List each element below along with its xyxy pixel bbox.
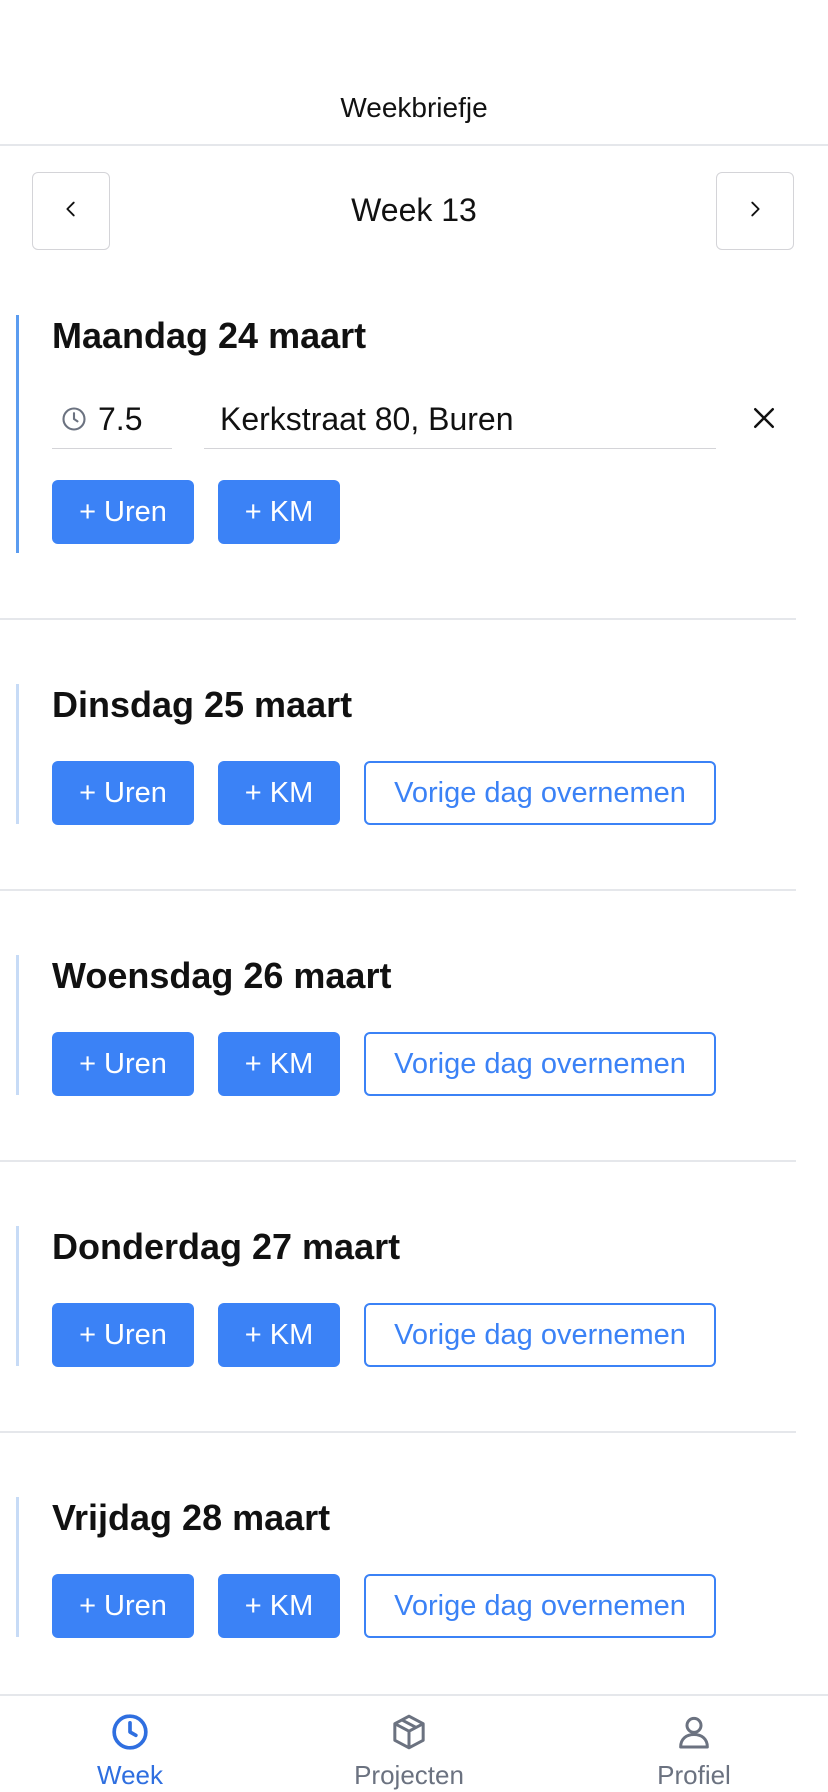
next-week-button[interactable] bbox=[716, 172, 794, 250]
hours-value: 7.5 bbox=[98, 400, 143, 437]
day-title: Dinsdag 25 maart bbox=[52, 684, 353, 725]
copy-previous-day-button[interactable]: Vorige dag overnemen bbox=[364, 1032, 716, 1096]
add-hours-button[interactable]: + Uren bbox=[52, 1032, 194, 1096]
day-actions: + Uren + KM Vorige dag overnemen bbox=[52, 1032, 796, 1096]
add-km-button[interactable]: + KM bbox=[218, 1574, 340, 1638]
week-navigator: Week 13 bbox=[0, 146, 828, 258]
day-accent-bar bbox=[16, 1226, 19, 1366]
add-hours-button[interactable]: + Uren bbox=[52, 480, 194, 544]
day-actions: + Uren + KM Vorige dag overnemen bbox=[52, 1303, 796, 1367]
tab-projecten[interactable]: Projecten bbox=[339, 1696, 479, 1792]
tab-label: Week bbox=[97, 1760, 163, 1790]
clock-icon bbox=[110, 1712, 150, 1752]
day-title: Donderdag 27 maart bbox=[52, 1226, 401, 1267]
day-accent-bar bbox=[16, 1497, 19, 1637]
app-header: Weekbriefje bbox=[0, 0, 828, 146]
day-list: Maandag 24 maart 7.5 Kerkstraat 80, Bure… bbox=[0, 258, 828, 1704]
day-section-maandag: Maandag 24 maart 7.5 Kerkstraat 80, Bure… bbox=[0, 258, 796, 620]
hours-input[interactable]: 7.5 bbox=[52, 390, 172, 449]
add-km-button[interactable]: + KM bbox=[218, 1032, 340, 1096]
hours-entry-row: 7.5 Kerkstraat 80, Buren bbox=[52, 390, 796, 450]
add-km-button[interactable]: + KM bbox=[218, 1303, 340, 1367]
day-actions: + Uren + KM Vorige dag overnemen bbox=[52, 761, 796, 825]
add-hours-button[interactable]: + Uren bbox=[52, 761, 194, 825]
day-accent-bar bbox=[16, 684, 19, 824]
add-hours-button[interactable]: + Uren bbox=[52, 1574, 194, 1638]
box-icon bbox=[389, 1712, 429, 1752]
copy-previous-day-button[interactable]: Vorige dag overnemen bbox=[364, 1303, 716, 1367]
week-label: Week 13 bbox=[351, 192, 477, 228]
location-value: Kerkstraat 80, Buren bbox=[220, 400, 514, 437]
day-actions: + Uren + KM Vorige dag overnemen bbox=[52, 1574, 796, 1638]
day-accent-bar bbox=[16, 315, 19, 553]
day-accent-bar bbox=[16, 955, 19, 1095]
chevron-right-icon bbox=[744, 198, 766, 225]
day-title: Woensdag 26 maart bbox=[52, 955, 392, 996]
tab-label: Profiel bbox=[657, 1760, 731, 1790]
day-title: Maandag 24 maart bbox=[52, 315, 367, 356]
day-section-vrijdag: Vrijdag 28 maart + Uren + KM Vorige dag … bbox=[0, 1433, 796, 1704]
add-hours-button[interactable]: + Uren bbox=[52, 1303, 194, 1367]
tab-week[interactable]: Week bbox=[90, 1696, 170, 1792]
location-input[interactable]: Kerkstraat 80, Buren bbox=[204, 390, 716, 449]
tab-profiel[interactable]: Profiel bbox=[644, 1696, 744, 1792]
day-section-donderdag: Donderdag 27 maart + Uren + KM Vorige da… bbox=[0, 1162, 796, 1433]
add-km-button[interactable]: + KM bbox=[218, 761, 340, 825]
remove-entry-button[interactable] bbox=[744, 400, 784, 440]
day-title: Vrijdag 28 maart bbox=[52, 1497, 331, 1538]
close-icon bbox=[749, 403, 779, 438]
page-title: Weekbriefje bbox=[340, 92, 488, 123]
day-section-woensdag: Woensdag 26 maart + Uren + KM Vorige dag… bbox=[0, 891, 796, 1162]
day-section-dinsdag: Dinsdag 25 maart + Uren + KM Vorige dag … bbox=[0, 620, 796, 891]
day-actions: + Uren + KM bbox=[52, 480, 796, 544]
user-icon bbox=[674, 1712, 714, 1752]
copy-previous-day-button[interactable]: Vorige dag overnemen bbox=[364, 1574, 716, 1638]
bottom-tab-bar: Week Projecten Profiel bbox=[0, 1694, 828, 1792]
clock-icon bbox=[60, 405, 88, 433]
add-km-button[interactable]: + KM bbox=[218, 480, 340, 544]
copy-previous-day-button[interactable]: Vorige dag overnemen bbox=[364, 761, 716, 825]
tab-label: Projecten bbox=[354, 1760, 464, 1790]
